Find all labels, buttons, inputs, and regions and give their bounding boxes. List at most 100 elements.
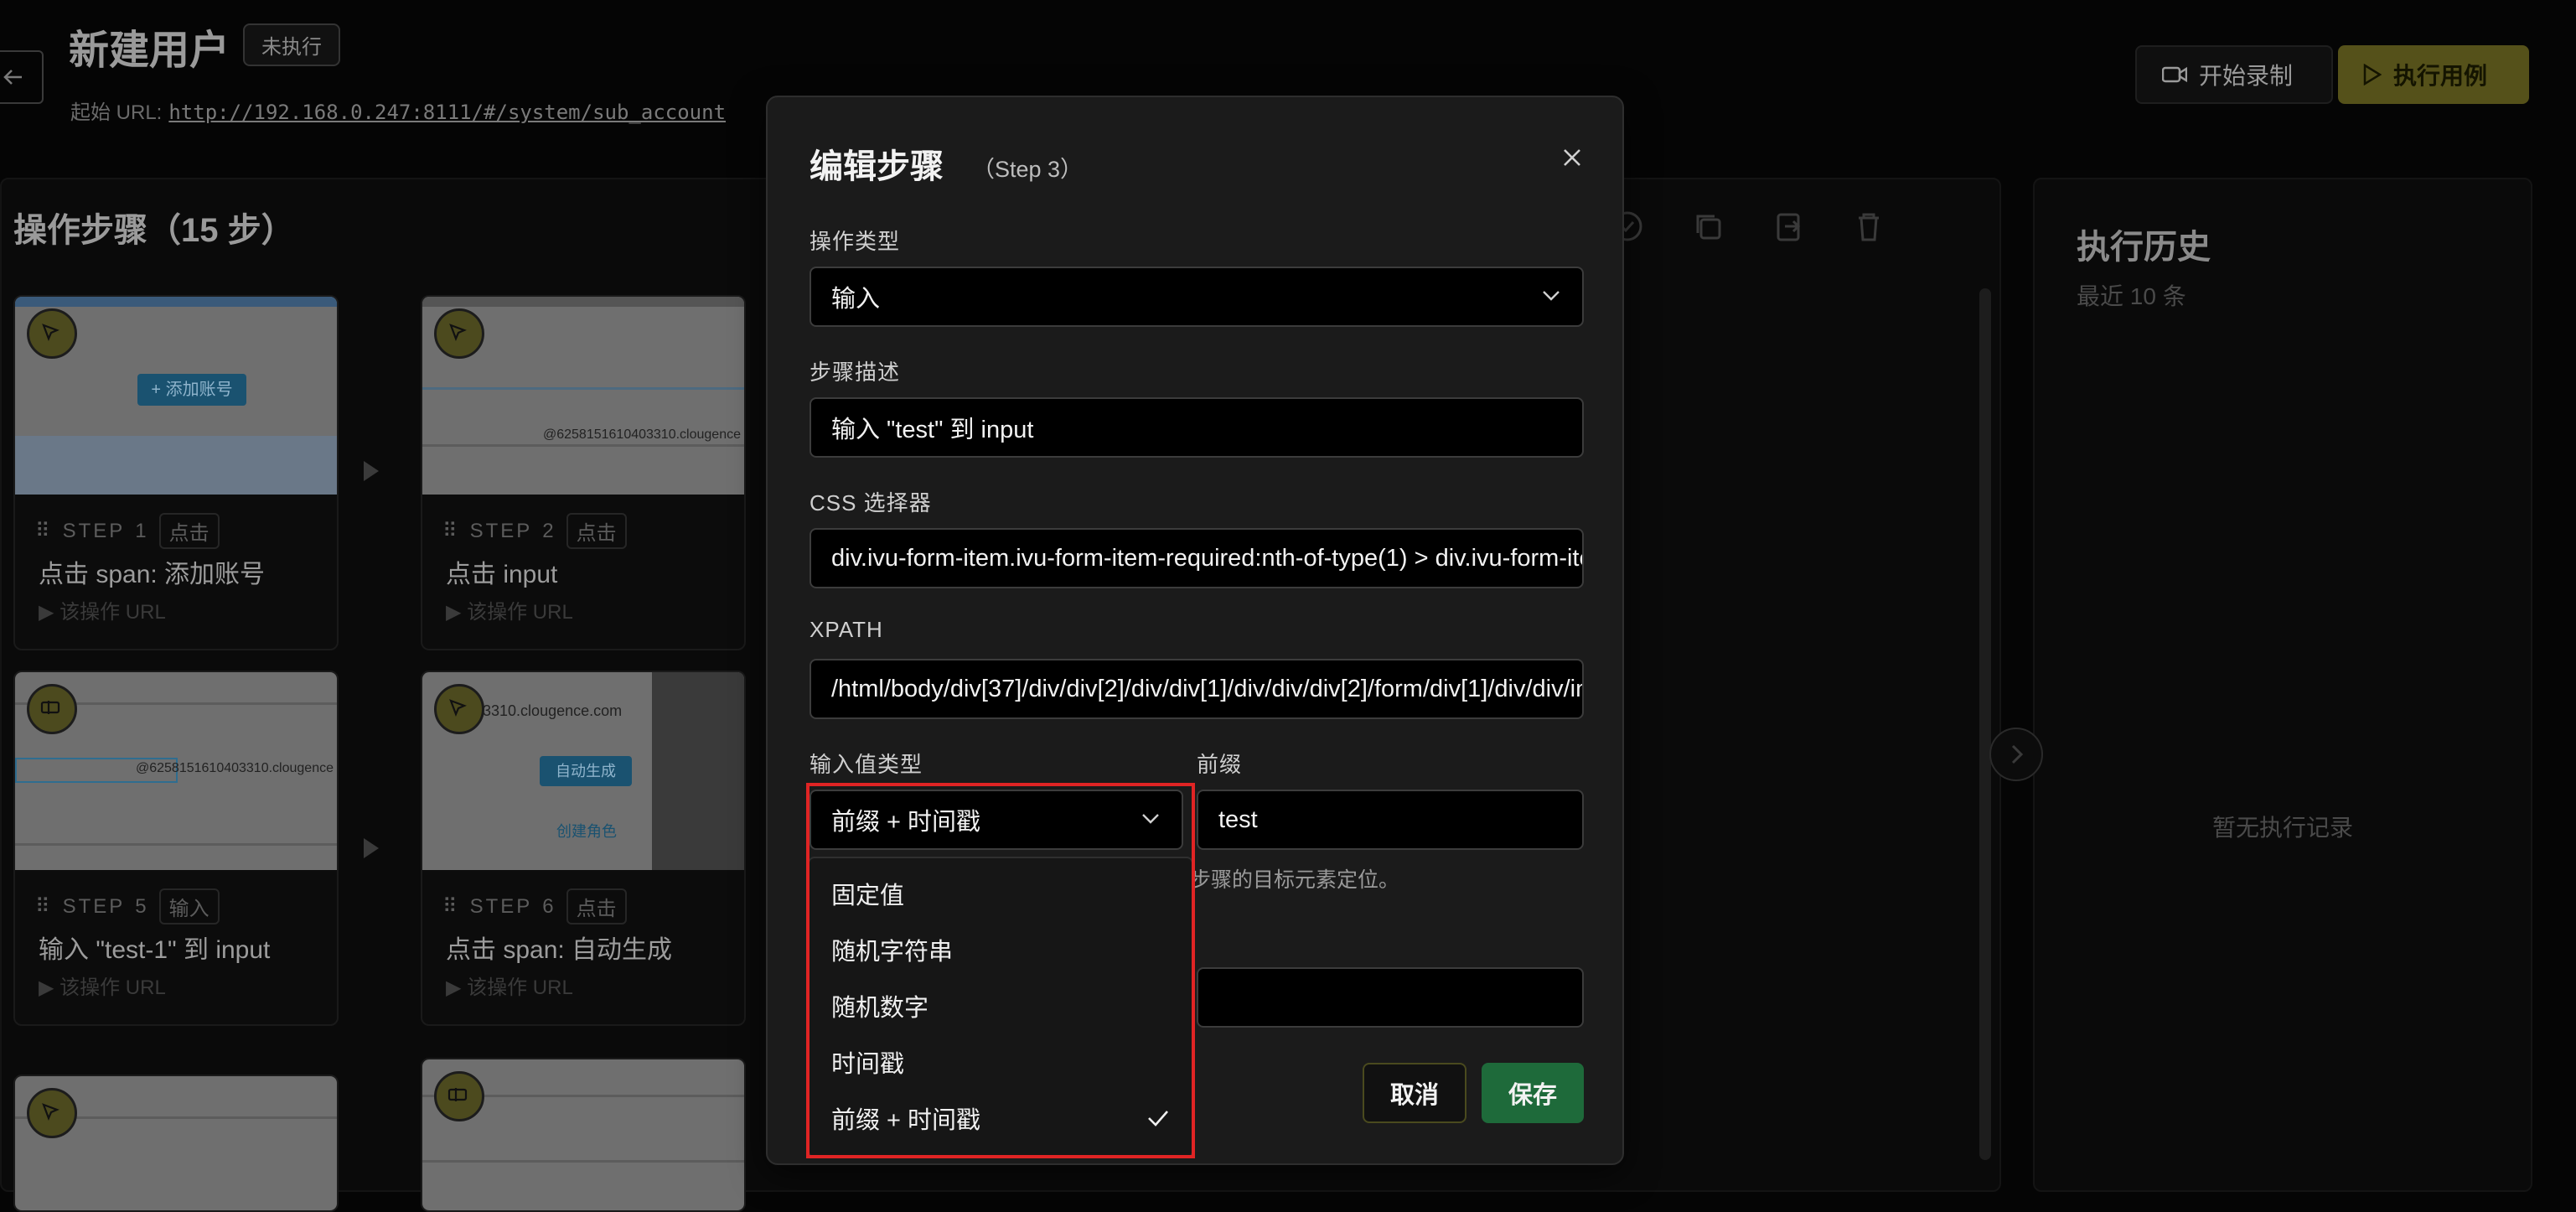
cursor-icon <box>42 324 59 341</box>
step-label: STEP <box>62 519 126 542</box>
prefix-input[interactable]: test <box>1197 790 1584 850</box>
step-label: STEP <box>469 894 533 918</box>
thumb-text: 03310.clougence.com <box>474 702 623 719</box>
css-selector-input[interactable]: div.ivu-form-item.ivu-form-item-required… <box>810 528 1584 588</box>
thumb-text: @6258151610403310.clougence <box>542 427 741 442</box>
input-cursor-icon <box>40 701 60 714</box>
panel-toolbar <box>1611 210 1885 243</box>
thumb-text: @6258151610403310.clougence <box>135 761 334 775</box>
start-url-label: 起始 URL: <box>70 101 163 124</box>
step-card-6[interactable]: 03310.clougence.com 自动生成 创建角色 ⠿ STEP 6 点击 点… <box>421 671 746 1026</box>
click-action-badge <box>27 308 77 359</box>
flow-arrow <box>364 461 379 481</box>
step-name: 点击 span: 添加账号 <box>39 561 266 588</box>
action-tag: 输入 <box>158 888 220 925</box>
save-button[interactable]: 保存 <box>1482 1063 1584 1123</box>
option-label: 随机数字 <box>831 994 929 1022</box>
step-url-toggle[interactable]: ▶ 该操作 URL <box>446 595 573 624</box>
arrow-left-icon <box>3 70 22 85</box>
step-number: 1 <box>135 519 149 542</box>
step-number: 6 <box>542 894 556 918</box>
collapse-panel-button[interactable] <box>1989 728 2043 781</box>
option-label: 时间戳 <box>831 1050 905 1078</box>
trash-icon[interactable] <box>1852 210 1885 243</box>
input-type-value: 前缀 + 时间戳 <box>831 809 981 836</box>
css-selector-label: CSS 选择器 <box>810 490 932 515</box>
check-icon <box>1148 1111 1168 1127</box>
edit-step-modal: 编辑步骤 （Step 3） 操作类型 输入 步骤描述 输入 "test" 到 i… <box>766 96 1624 1165</box>
action-type-select[interactable]: 输入 <box>810 267 1584 327</box>
start-url: 起始 URL: http://192.168.0.247:8111/#/syste… <box>70 96 726 125</box>
close-button[interactable] <box>1555 141 1589 174</box>
start-url-link[interactable]: http://192.168.0.247:8111/#/system/sub_a… <box>168 101 726 124</box>
input-type-dropdown: 固定值 随机字符串 随机数字 时间戳 前缀 + 时间戳 <box>808 857 1193 1158</box>
cancel-button[interactable]: 取消 <box>1363 1063 1466 1123</box>
start-recording-label: 开始录制 <box>2199 63 2294 89</box>
step-label: STEP <box>469 519 533 542</box>
dropdown-option-timestamp[interactable]: 时间戳 <box>810 1033 1192 1090</box>
step-card-5[interactable]: @6258151610403310.clougence ⠿ STEP 5 输入 输入 … <box>13 671 339 1026</box>
dropdown-option-fixed[interactable]: 固定值 <box>810 865 1192 921</box>
description-label: 步骤描述 <box>810 360 901 385</box>
click-action-badge <box>434 684 484 734</box>
step-name: 输入 "test-1" 到 input <box>39 936 271 964</box>
option-label: 随机字符串 <box>831 938 954 966</box>
click-action-badge <box>27 1088 77 1138</box>
step-url-toggle[interactable]: ▶ 该操作 URL <box>446 971 573 1000</box>
css-selector-value: div.ivu-form-item.ivu-form-item-required… <box>831 544 1582 572</box>
chevron-right-icon <box>2011 744 2024 764</box>
step-number: 5 <box>135 894 149 918</box>
step-url-toggle[interactable]: ▶ 该操作 URL <box>39 971 166 1000</box>
description-input[interactable]: 输入 "test" 到 input <box>810 397 1584 458</box>
steps-scrollbar[interactable] <box>1979 288 1991 1160</box>
copy-icon[interactable] <box>1691 210 1725 243</box>
run-case-label: 执行用例 <box>2393 63 2488 89</box>
input-action-badge <box>434 1071 484 1121</box>
action-tag: 点击 <box>566 513 627 549</box>
input-action-badge <box>27 684 77 734</box>
step-label: STEP <box>62 894 126 918</box>
dropdown-option-random-string[interactable]: 随机字符串 <box>810 921 1192 977</box>
step-meta: ⠿ STEP 2 点击 <box>442 513 627 549</box>
action-tag: 点击 <box>566 888 627 925</box>
start-recording-button[interactable]: 开始录制 <box>2135 45 2333 104</box>
input-type-select[interactable]: 前缀 + 时间戳 <box>810 790 1183 850</box>
back-button[interactable] <box>0 50 44 104</box>
modal-title: 编辑步骤 <box>810 148 944 185</box>
thumb-button-text: + 添加账号 <box>137 374 246 406</box>
description-value: 输入 "test" 到 input <box>831 417 1034 443</box>
step-card-partial[interactable] <box>13 1075 339 1212</box>
cursor-icon <box>449 324 467 341</box>
thumb-link-text: 创建角色 <box>556 823 617 840</box>
action-type-label: 操作类型 <box>810 229 901 254</box>
step-card-2[interactable]: @6258151610403310.clougence ⠿ STEP 2 点击 点击 … <box>421 295 746 650</box>
history-title: 执行历史 <box>2077 229 2211 266</box>
step-url-toggle[interactable]: ▶ 该操作 URL <box>39 595 166 624</box>
dropdown-option-prefix-timestamp[interactable]: 前缀 + 时间戳 <box>810 1090 1192 1146</box>
step-meta: ⠿ STEP 1 点击 <box>35 513 220 549</box>
chevron-down-icon <box>1142 814 1159 824</box>
step-card-1[interactable]: + 添加账号 ⠿ STEP 1 点击 点击 span: 添加账号 ▶ 该操作 URL <box>13 295 339 650</box>
click-action-badge <box>434 308 484 359</box>
action-type-value: 输入 <box>831 286 881 313</box>
cursor-icon <box>449 699 467 717</box>
step-name: 点击 input <box>446 561 558 588</box>
dropdown-option-random-number[interactable]: 随机数字 <box>810 977 1192 1033</box>
history-panel: 执行历史 最近 10 条 暂无执行记录 <box>2033 178 2532 1192</box>
flow-arrow <box>364 838 379 858</box>
xpath-input[interactable]: /html/body/div[37]/div/div[2]/div/div[1]… <box>810 659 1584 719</box>
run-case-button[interactable]: 执行用例 <box>2338 45 2529 104</box>
modal-step-number: （Step 3） <box>972 157 1084 182</box>
extra-input[interactable] <box>1197 967 1584 1028</box>
export-icon[interactable] <box>1772 210 1805 243</box>
step-number: 2 <box>542 519 556 542</box>
xpath-value: /html/body/div[37]/div/div[2]/div/div[1]… <box>831 675 1584 702</box>
helper-text: 步骤的目标元素定位。 <box>1190 868 1400 892</box>
step-name: 点击 span: 自动生成 <box>446 936 673 964</box>
prefix-value: test <box>1218 805 1258 833</box>
step-meta: ⠿ STEP 6 点击 <box>442 888 627 925</box>
xpath-label: XPATH <box>810 617 883 642</box>
step-card-partial[interactable] <box>421 1058 746 1212</box>
steps-title: 操作步骤（15 步） <box>13 212 295 249</box>
history-empty-text: 暂无执行记录 <box>2211 815 2353 841</box>
